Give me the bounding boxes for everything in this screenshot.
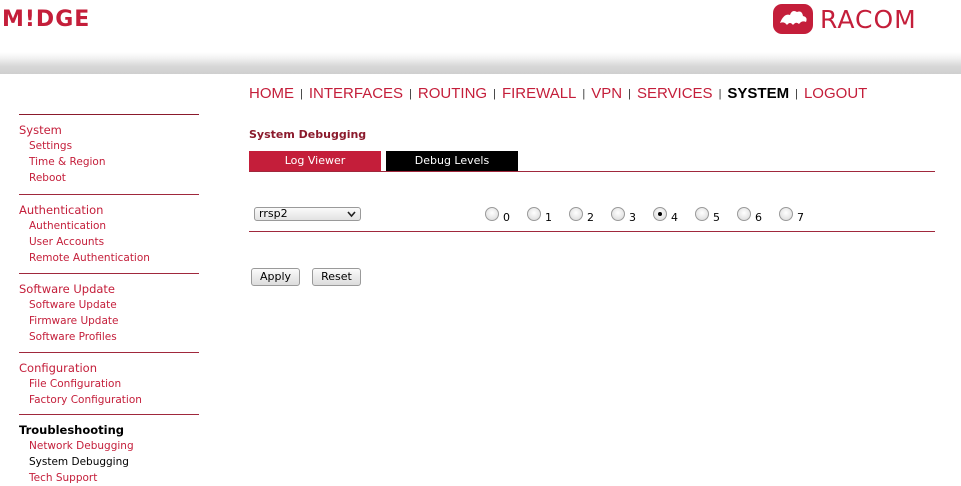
debug-level-option: 5 — [695, 207, 737, 224]
debug-level-option: 4 — [653, 207, 695, 224]
debug-level-option: 2 — [569, 207, 611, 224]
nav-logout[interactable]: LOGOUT — [804, 85, 867, 102]
debug-level-label: 3 — [629, 211, 636, 224]
debug-level-radio-5[interactable] — [695, 207, 709, 221]
apply-button[interactable]: Apply — [251, 268, 301, 286]
debug-level-label: 0 — [503, 211, 510, 224]
sidebar-item-firmware-update[interactable]: Firmware Update — [19, 313, 199, 329]
nav-separator: | — [409, 88, 412, 100]
sidebar-group-configuration: Configuration File Configuration Factory C… — [19, 352, 199, 414]
sidebar-group-title[interactable]: Configuration — [19, 361, 199, 376]
debug-level-label: 1 — [545, 211, 552, 224]
reset-button[interactable]: Reset — [312, 268, 361, 286]
sidebar-group-system: System Settings Time & Region Reboot — [19, 114, 199, 194]
nav-vpn[interactable]: VPN — [591, 85, 622, 102]
debug-level-option: 0 — [485, 207, 527, 224]
sidebar-item-software-profiles[interactable]: Software Profiles — [19, 329, 199, 345]
debug-level-row: rrsp2 0 1 2 3 4 5 6 7 — [249, 200, 935, 232]
debug-level-label: 7 — [797, 211, 804, 224]
sidebar-group-title[interactable]: Software Update — [19, 282, 199, 297]
tab-bar: Log Viewer Debug Levels — [249, 151, 523, 171]
tab-log-viewer[interactable]: Log Viewer — [249, 151, 381, 171]
sidebar: System Settings Time & Region Reboot Authent… — [19, 114, 199, 486]
tab-debug-levels[interactable]: Debug Levels — [386, 151, 518, 171]
sidebar-item-reboot[interactable]: Reboot — [19, 170, 199, 186]
debug-level-label: 4 — [671, 211, 678, 224]
sidebar-item-system-debugging[interactable]: System Debugging — [19, 454, 199, 470]
nav-routing[interactable]: ROUTING — [418, 85, 487, 102]
nav-home[interactable]: HOME — [249, 85, 294, 102]
sidebar-item-settings[interactable]: Settings — [19, 138, 199, 154]
debug-level-radio-4[interactable] — [653, 207, 667, 221]
racom-logo-icon — [773, 4, 813, 34]
chevron-down-icon — [347, 211, 356, 218]
debug-level-option: 1 — [527, 207, 569, 224]
debug-level-radio-3[interactable] — [611, 207, 625, 221]
sidebar-item-tech-support[interactable]: Tech Support — [19, 470, 199, 486]
nav-separator: | — [300, 88, 303, 100]
nav-separator: | — [628, 88, 631, 100]
page-title: System Debugging — [249, 128, 367, 141]
debug-level-label: 2 — [587, 211, 594, 224]
form-buttons: Apply Reset — [251, 268, 373, 286]
debug-level-radio-6[interactable] — [737, 207, 751, 221]
sidebar-item-user-accounts[interactable]: User Accounts — [19, 234, 199, 250]
nav-separator: | — [493, 88, 496, 100]
debug-level-label: 6 — [755, 211, 762, 224]
racom-wordmark: RACOM — [820, 4, 917, 34]
sidebar-item-authentication[interactable]: Authentication — [19, 218, 199, 234]
debug-level-radio-0[interactable] — [485, 207, 499, 221]
nav-separator: | — [718, 88, 722, 100]
nav-services[interactable]: SERVICES — [637, 85, 713, 102]
sidebar-item-software-update[interactable]: Software Update — [19, 297, 199, 313]
nav-firewall[interactable]: FIREWALL — [502, 85, 576, 102]
nav-separator: | — [795, 88, 798, 100]
sidebar-item-network-debugging[interactable]: Network Debugging — [19, 438, 199, 454]
top-navigation: HOME | INTERFACES | ROUTING | FIREWALL | VPN | SER… — [249, 83, 867, 103]
sidebar-group-software-update: Software Update Software Update Firmware U… — [19, 273, 199, 352]
debug-level-radio-7[interactable] — [779, 207, 793, 221]
sidebar-group-title[interactable]: Troubleshooting — [19, 423, 199, 438]
sidebar-item-file-configuration[interactable]: File Configuration — [19, 376, 199, 392]
sidebar-group-troubleshooting: Troubleshooting Network Debugging System D… — [19, 414, 199, 486]
sidebar-group-title[interactable]: System — [19, 123, 199, 138]
nav-system[interactable]: SYSTEM — [727, 85, 789, 102]
sidebar-item-remote-authentication[interactable]: Remote Authentication — [19, 250, 199, 266]
page-header: M!DGE RACOM — [0, 0, 961, 74]
sidebar-group-title[interactable]: Authentication — [19, 203, 199, 218]
debug-level-option: 7 — [779, 207, 821, 224]
subsystem-select-value: rrsp2 — [259, 207, 288, 220]
debug-level-option: 6 — [737, 207, 779, 224]
subsystem-select[interactable]: rrsp2 — [254, 207, 361, 221]
tab-divider — [249, 171, 935, 172]
midge-logo: M!DGE — [2, 7, 91, 32]
sidebar-item-factory-configuration[interactable]: Factory Configuration — [19, 392, 199, 408]
debug-level-radio-2[interactable] — [569, 207, 583, 221]
debug-level-option: 3 — [611, 207, 653, 224]
debug-level-label: 5 — [713, 211, 720, 224]
debug-level-radio-1[interactable] — [527, 207, 541, 221]
nav-separator: | — [582, 88, 586, 100]
nav-interfaces[interactable]: INTERFACES — [309, 85, 403, 102]
sidebar-item-time-region[interactable]: Time & Region — [19, 154, 199, 170]
sidebar-group-authentication: Authentication Authentication User Account… — [19, 194, 199, 273]
racom-logo: RACOM — [772, 2, 917, 36]
debug-level-radio-group: 0 1 2 3 4 5 6 7 — [485, 207, 821, 224]
